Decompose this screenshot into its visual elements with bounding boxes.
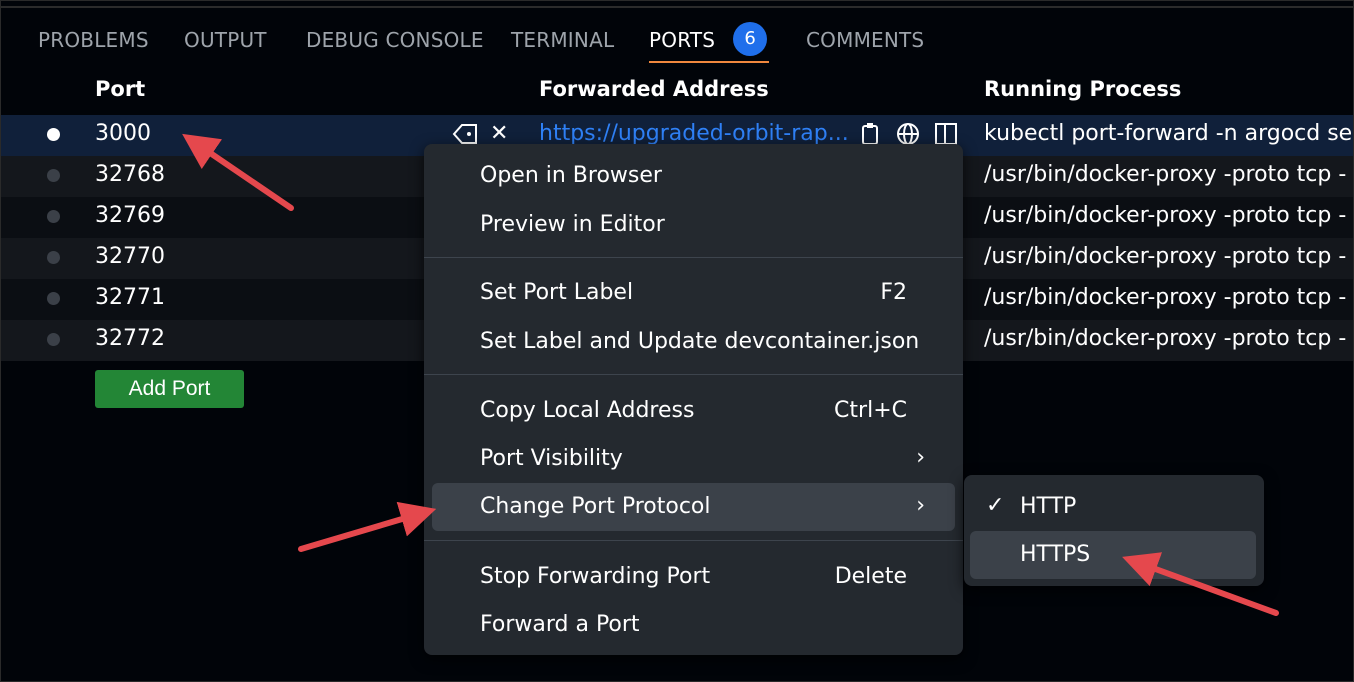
port-number: 32769 — [95, 203, 165, 228]
tab-ports[interactable]: PORTS 6 — [649, 21, 770, 63]
tab-debug-console[interactable]: DEBUG CONSOLE — [306, 21, 484, 61]
menu-item-label: Forward a Port — [480, 612, 640, 637]
tab-label: PROBLEMS — [38, 28, 149, 52]
menu-item-preview-in-editor[interactable]: Preview in Editor — [432, 201, 955, 249]
port-number: 32772 — [95, 326, 165, 351]
menu-item-shortcut: Delete — [834, 564, 907, 589]
ports-panel: PROBLEMS OUTPUT DEBUG CONSOLE TERMINAL P… — [0, 0, 1354, 682]
menu-item-open-in-browser[interactable]: Open in Browser — [432, 152, 955, 200]
menu-separator — [424, 540, 963, 541]
port-status-dot — [47, 333, 60, 346]
panel-top-border — [1, 6, 1353, 8]
menu-item-label: Change Port Protocol — [480, 494, 711, 519]
column-header-forwarded-address[interactable]: Forwarded Address — [539, 77, 769, 101]
port-number: 32771 — [95, 285, 165, 310]
menu-separator — [424, 374, 963, 375]
menu-item-label: Open in Browser — [480, 163, 662, 188]
menu-item-change-port-protocol[interactable]: Change Port Protocol › — [432, 483, 955, 531]
port-context-menu: Open in Browser Preview in Editor Set Po… — [424, 144, 963, 655]
menu-item-label: Stop Forwarding Port — [480, 564, 711, 589]
submenu-item-https[interactable]: HTTPS — [970, 531, 1256, 579]
panel-tabs: PROBLEMS OUTPUT DEBUG CONSOLE TERMINAL P… — [1, 21, 1353, 65]
chevron-right-icon: › — [916, 445, 925, 470]
close-icon[interactable]: ✕ — [490, 121, 508, 146]
running-process: /usr/bin/docker-proxy -proto tcp - — [984, 326, 1347, 351]
annotation-arrow — [298, 501, 437, 552]
menu-item-label: Set Label and Update devcontainer.json — [480, 329, 920, 354]
port-number: 32770 — [95, 244, 165, 269]
tab-label: PORTS — [649, 28, 716, 52]
tab-label: DEBUG CONSOLE — [306, 28, 484, 52]
submenu-item-http[interactable]: ✓ HTTP — [970, 483, 1256, 531]
column-header-port[interactable]: Port — [95, 77, 145, 101]
port-number: 3000 — [95, 121, 151, 146]
tab-comments[interactable]: COMMENTS — [806, 21, 924, 61]
menu-item-set-label-update-devcontainer[interactable]: Set Label and Update devcontainer.json — [432, 318, 955, 366]
menu-item-shortcut: F2 — [880, 280, 907, 305]
running-process: /usr/bin/docker-proxy -proto tcp - — [984, 203, 1347, 228]
tab-output[interactable]: OUTPUT — [184, 21, 267, 61]
submenu-item-label: HTTP — [1020, 494, 1077, 519]
forwarded-address-link[interactable]: https://upgraded-orbit-rap... — [539, 121, 849, 146]
port-status-dot — [47, 128, 60, 141]
menu-item-shortcut: Ctrl+C — [834, 398, 907, 423]
tab-label: COMMENTS — [806, 28, 925, 52]
port-status-dot — [47, 251, 60, 264]
port-status-dot — [47, 292, 60, 305]
menu-item-label: Preview in Editor — [480, 212, 665, 237]
menu-item-stop-forwarding-port[interactable]: Stop Forwarding Port Delete — [432, 553, 955, 601]
tab-label: TERMINAL — [511, 28, 615, 52]
ports-count-badge: 6 — [733, 21, 768, 56]
tab-terminal[interactable]: TERMINAL — [511, 21, 614, 61]
running-process: /usr/bin/docker-proxy -proto tcp - — [984, 285, 1347, 310]
port-status-dot — [47, 169, 60, 182]
menu-item-label: Port Visibility — [480, 446, 623, 471]
menu-separator — [424, 257, 963, 258]
menu-item-copy-local-address[interactable]: Copy Local Address Ctrl+C — [432, 387, 955, 435]
protocol-submenu: ✓ HTTP HTTPS — [964, 475, 1264, 586]
port-number: 32768 — [95, 162, 165, 187]
check-icon: ✓ — [986, 493, 1005, 518]
chevron-right-icon: › — [916, 493, 925, 518]
menu-item-forward-a-port[interactable]: Forward a Port — [432, 601, 955, 649]
menu-item-port-visibility[interactable]: Port Visibility › — [432, 435, 955, 483]
tab-problems[interactable]: PROBLEMS — [38, 21, 149, 61]
running-process: /usr/bin/docker-proxy -proto tcp - — [984, 244, 1347, 269]
menu-item-label: Copy Local Address — [480, 398, 695, 423]
menu-item-label: Set Port Label — [480, 280, 634, 305]
running-process: kubectl port-forward -n argocd ser — [984, 121, 1354, 146]
column-header-running-process[interactable]: Running Process — [984, 77, 1181, 101]
port-status-dot — [47, 210, 60, 223]
submenu-item-label: HTTPS — [1020, 542, 1091, 567]
tab-label: OUTPUT — [184, 28, 267, 52]
add-port-button[interactable]: Add Port — [95, 370, 244, 408]
menu-item-set-port-label[interactable]: Set Port Label F2 — [432, 269, 955, 317]
running-process: /usr/bin/docker-proxy -proto tcp - — [984, 162, 1347, 187]
